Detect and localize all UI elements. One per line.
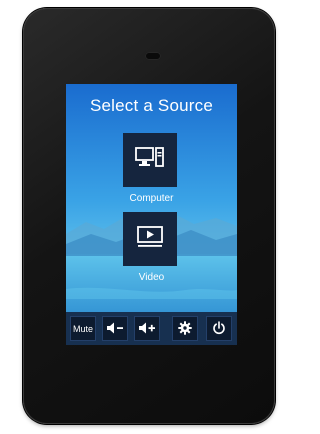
- touch-screen: Select a Source Computer Video Mute: [66, 84, 237, 345]
- settings-button[interactable]: [172, 316, 198, 341]
- page-title: Select a Source: [89, 96, 213, 115]
- control-bar: Mute: [66, 312, 237, 345]
- video-play-icon: [137, 225, 163, 253]
- volume-down-icon: [106, 321, 124, 337]
- volume-up-icon: [138, 321, 156, 337]
- power-button[interactable]: [206, 316, 232, 341]
- computer-icon: [135, 146, 165, 175]
- video-source-label: Video: [138, 272, 165, 283]
- gear-icon: [178, 320, 192, 337]
- volume-down-button[interactable]: [102, 316, 128, 341]
- computer-source-label: Computer: [129, 193, 174, 204]
- mute-label: Mute: [72, 323, 93, 334]
- video-source-button[interactable]: [123, 212, 177, 266]
- power-icon: [212, 320, 226, 337]
- proximity-sensor: [145, 52, 161, 60]
- mute-button[interactable]: Mute: [70, 316, 96, 341]
- computer-source-button[interactable]: [123, 133, 177, 187]
- volume-up-button[interactable]: [134, 316, 160, 341]
